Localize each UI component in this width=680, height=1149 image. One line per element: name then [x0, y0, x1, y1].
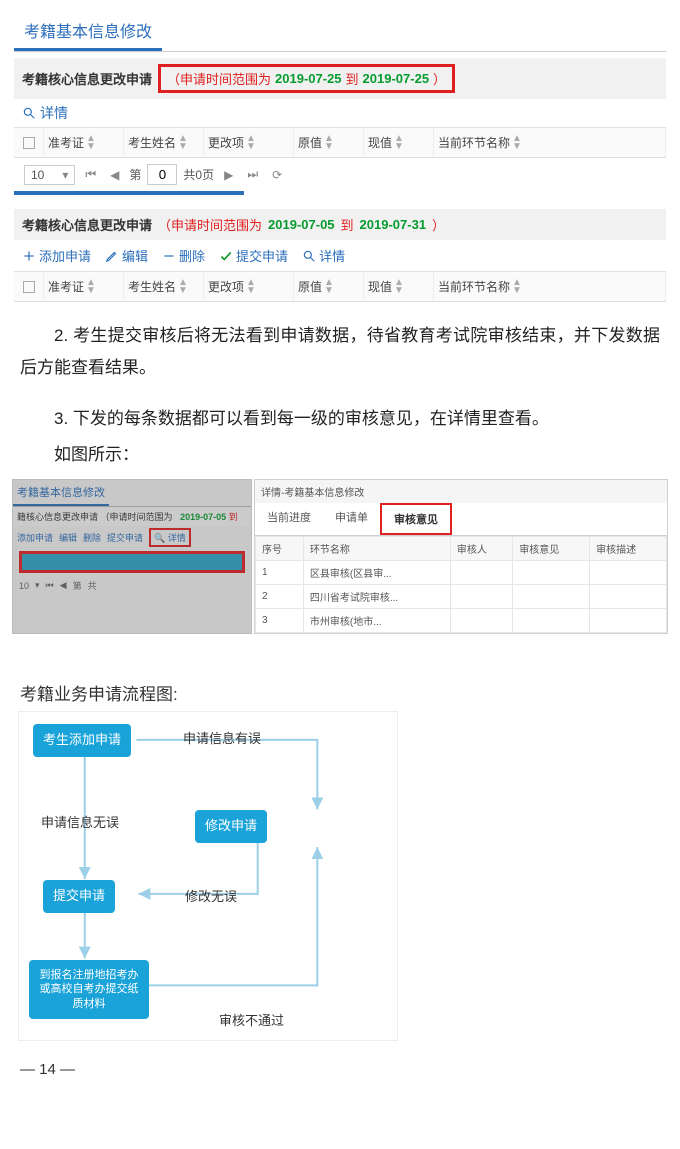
- col-exam-id[interactable]: 准考证: [48, 278, 84, 295]
- table-row: 3市州审核(地市...: [256, 609, 667, 633]
- edit-button[interactable]: 编辑: [105, 246, 148, 265]
- check-icon: [219, 249, 233, 263]
- pager-refresh-icon[interactable]: ⟳: [268, 168, 286, 182]
- pager-prev-icon[interactable]: ◀: [106, 168, 123, 182]
- pager-next-icon[interactable]: ▶: [220, 168, 237, 182]
- col-change-item[interactable]: 更改项: [208, 134, 244, 151]
- sort-icon[interactable]: ▲▼: [246, 279, 256, 295]
- flowchart-title: 考籍业务申请流程图:: [20, 680, 660, 705]
- delete-button[interactable]: 删除: [162, 246, 205, 265]
- table-header-1: 准考证▲▼ 考生姓名▲▼ 更改项▲▼ 原值▲▼ 现值▲▼ 当前环节名称▲▼: [14, 127, 666, 158]
- sort-icon[interactable]: ▲▼: [394, 279, 404, 295]
- sort-icon[interactable]: ▲▼: [394, 135, 404, 151]
- col-new[interactable]: 现值: [368, 134, 392, 151]
- flow-label-modok: 修改无误: [185, 886, 237, 905]
- add-request-button[interactable]: 添加申请: [22, 246, 91, 265]
- submit-button[interactable]: 提交申请: [219, 246, 288, 265]
- sort-icon[interactable]: ▲▼: [178, 279, 188, 295]
- flow-label-error: 申请信息有误: [183, 728, 261, 747]
- paragraph-2: 2. 考生提交审核后将无法看到申请数据，待省教育考试院审核结束，并下发数据后方能…: [20, 320, 660, 385]
- flow-label-ok: 申请信息无误: [41, 812, 119, 831]
- paragraph-3: 3. 下发的每条数据都可以看到每一级的审核意见，在详情里查看。: [20, 403, 660, 435]
- col-stage[interactable]: 当前环节名称: [438, 134, 510, 151]
- col-exam-id[interactable]: 准考证: [48, 134, 84, 151]
- plus-icon: [22, 249, 36, 263]
- flowchart: 考生添加申请 申请信息有误 申请信息无误 修改申请 提交申请 修改无误 到报名注…: [18, 711, 398, 1041]
- highlighted-date-range: （申请时间范围为 2019-07-25 到 2019-07-25 ）: [158, 64, 455, 93]
- sort-icon[interactable]: ▲▼: [324, 135, 334, 151]
- detail-button[interactable]: 详情: [302, 246, 345, 265]
- pencil-icon: [105, 249, 119, 263]
- tab-title[interactable]: 考籍基本信息修改: [14, 10, 162, 51]
- flow-label-reject: 审核不通过: [219, 1010, 284, 1029]
- magnifier-icon: [22, 106, 36, 120]
- col-new[interactable]: 现值: [368, 278, 392, 295]
- page-number: — 14 —: [20, 1061, 680, 1078]
- arrow-connector: [0, 646, 680, 647]
- detail-tabs: 当前进度 申请单 审核意见: [255, 503, 667, 536]
- screenshot-panel-2: 考籍基本信息修改 籍核心信息更改申请 （申请时间范围为 2019-07-05 到…: [12, 479, 668, 634]
- table-header-2: 准考证▲▼ 考生姓名▲▼ 更改项▲▼ 原值▲▼ 现值▲▼ 当前环节名称▲▼: [14, 271, 666, 302]
- checkbox-all[interactable]: [23, 137, 35, 149]
- detail-panel: 详情-考籍基本信息修改 当前进度 申请单 审核意见 序号 环节名称 审核人 审核…: [254, 479, 668, 634]
- tab-progress[interactable]: 当前进度: [255, 503, 323, 535]
- magnifier-icon: [302, 249, 316, 263]
- flow-node-submit-paper: 到报名注册地招考办或高校自考办提交纸质材料: [29, 960, 149, 1019]
- flow-node-submit: 提交申请: [43, 880, 115, 913]
- sort-icon[interactable]: ▲▼: [86, 279, 96, 295]
- checkbox-all-2[interactable]: [23, 281, 35, 293]
- table-row: 2四川省考试院审核...: [256, 585, 667, 609]
- sort-icon[interactable]: ▲▼: [246, 135, 256, 151]
- table-row: 1区县审核(区县审...: [256, 561, 667, 585]
- tab-opinion[interactable]: 审核意见: [380, 503, 452, 535]
- range-bar-1: 考籍核心信息更改申请 （申请时间范围为 2019-07-25 到 2019-07…: [14, 58, 666, 99]
- sort-icon[interactable]: ▲▼: [178, 135, 188, 151]
- screenshot-panel-1: 考籍基本信息修改 考籍核心信息更改申请 （申请时间范围为 2019-07-25 …: [14, 10, 666, 302]
- opinion-table: 序号 环节名称 审核人 审核意见 审核描述 1区县审核(区县审... 2四川省考…: [255, 536, 667, 633]
- th-reviewer[interactable]: 审核人: [450, 537, 512, 561]
- sort-icon[interactable]: ▲▼: [512, 279, 522, 295]
- bar1-label: 考籍核心信息更改申请: [22, 69, 152, 88]
- th-opinion[interactable]: 审核意见: [513, 537, 590, 561]
- col-change-item[interactable]: 更改项: [208, 278, 244, 295]
- sort-icon[interactable]: ▲▼: [324, 279, 334, 295]
- col-stage[interactable]: 当前环节名称: [438, 278, 510, 295]
- bar2-label: 考籍核心信息更改申请: [22, 215, 152, 234]
- paragraph-fig: 如图所示：: [20, 439, 660, 471]
- th-stage-name[interactable]: 环节名称: [303, 537, 450, 561]
- col-old[interactable]: 原值: [298, 278, 322, 295]
- col-name[interactable]: 考生姓名: [128, 134, 176, 151]
- detail-link-1[interactable]: 详情: [14, 99, 666, 127]
- col-name[interactable]: 考生姓名: [128, 278, 176, 295]
- flow-node-add: 考生添加申请: [33, 724, 131, 757]
- col-old[interactable]: 原值: [298, 134, 322, 151]
- pager-first-icon[interactable]: ⏮: [81, 167, 100, 182]
- toolbar-2: 添加申请 编辑 删除 提交申请 详情: [14, 240, 666, 271]
- left-grid-thumb: 考籍基本信息修改 籍核心信息更改申请 （申请时间范围为 2019-07-05 到…: [12, 479, 252, 634]
- range-bar-2: 考籍核心信息更改申请 （申请时间范围为 2019-07-05 到 2019-07…: [14, 209, 666, 240]
- pager-1: 10 ▾ ⏮ ◀ 第 共0页 ▶ ⏭ ⟳: [14, 158, 666, 191]
- pager-last-icon[interactable]: ⏭: [243, 167, 262, 182]
- tab-form[interactable]: 申请单: [323, 503, 380, 535]
- detail-title: 详情-考籍基本信息修改: [255, 480, 667, 503]
- minus-icon: [162, 249, 176, 263]
- flow-node-modify: 修改申请: [195, 810, 267, 843]
- th-no[interactable]: 序号: [256, 537, 304, 561]
- th-desc[interactable]: 审核描述: [590, 537, 667, 561]
- sort-icon[interactable]: ▲▼: [86, 135, 96, 151]
- sort-icon[interactable]: ▲▼: [512, 135, 522, 151]
- pager-page-input[interactable]: [147, 164, 177, 185]
- page-size-select[interactable]: 10 ▾: [24, 165, 75, 185]
